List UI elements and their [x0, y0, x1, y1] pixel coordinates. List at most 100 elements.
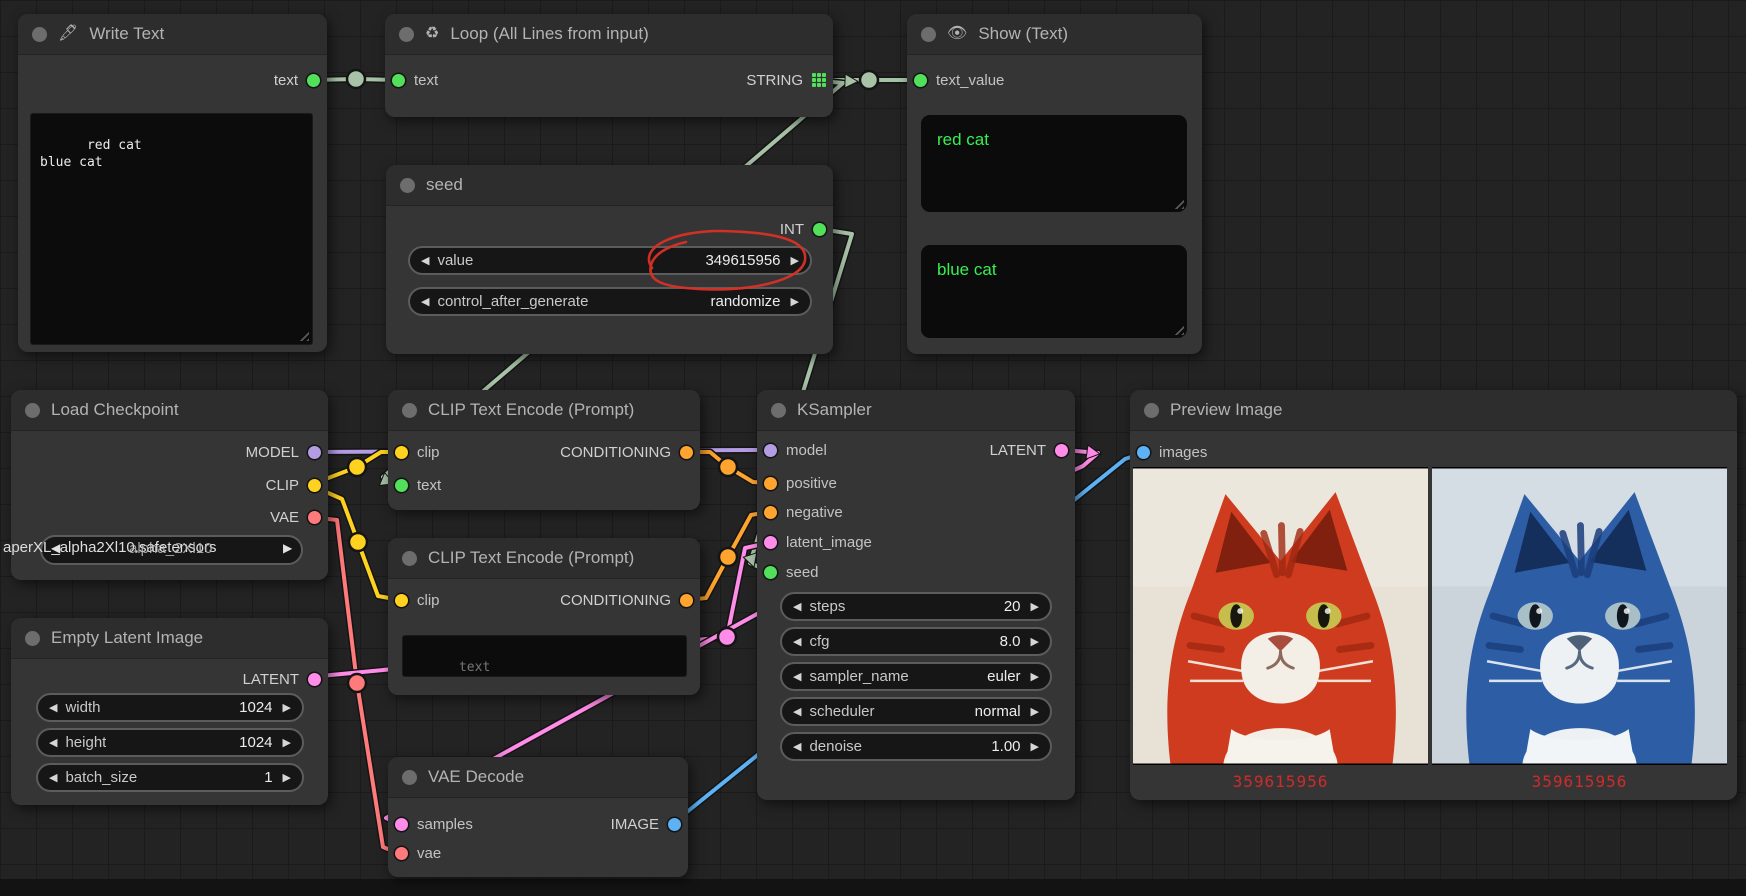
- decrement-arrow[interactable]: ◀: [421, 254, 429, 267]
- reroute-dot[interactable]: [347, 70, 365, 88]
- input-dot-positive[interactable]: [764, 477, 777, 490]
- increment-arrow[interactable]: ▶: [1031, 740, 1039, 753]
- output-dot-text[interactable]: [307, 74, 320, 87]
- collapse-dot[interactable]: [399, 27, 414, 42]
- collapse-dot[interactable]: [402, 551, 417, 566]
- reroute-dot[interactable]: [348, 674, 366, 692]
- output-slot-clip[interactable]: CLIP: [266, 474, 321, 496]
- collapse-dot[interactable]: [921, 27, 936, 42]
- decrement-arrow[interactable]: ◀: [793, 705, 801, 718]
- node-header[interactable]: Empty Latent Image: [11, 618, 328, 659]
- node-header[interactable]: KSampler: [757, 390, 1075, 431]
- input-dot-images[interactable]: [1137, 446, 1150, 459]
- reroute-dot[interactable]: [860, 71, 878, 89]
- input-slot-negative[interactable]: negative: [764, 501, 843, 523]
- decrement-arrow[interactable]: ◀: [793, 740, 801, 753]
- widget-sampler-name[interactable]: ◀ sampler_name euler ▶: [780, 662, 1052, 691]
- widget-height[interactable]: ◀ height 1024 ▶: [36, 728, 304, 757]
- increment-arrow[interactable]: ▶: [791, 295, 799, 308]
- node-header[interactable]: ♻ Loop (All Lines from input): [385, 14, 833, 55]
- node-write-text[interactable]: 🖋 Write Text text red cat blue cat: [18, 14, 327, 352]
- prev-checkpoint-arrow[interactable]: ◀: [51, 541, 60, 555]
- input-dot-clip[interactable]: [395, 594, 408, 607]
- input-dot-negative[interactable]: [764, 506, 777, 519]
- node-header[interactable]: CLIP Text Encode (Prompt): [388, 538, 700, 579]
- decrement-arrow[interactable]: ◀: [793, 670, 801, 683]
- output-slot-vae[interactable]: VAE: [270, 506, 321, 528]
- decrement-arrow[interactable]: ◀: [49, 771, 57, 784]
- node-vae-decode[interactable]: VAE Decode samples vae IMAGE: [388, 757, 688, 877]
- output-slot-conditioning[interactable]: CONDITIONING: [560, 441, 693, 463]
- collapse-dot[interactable]: [771, 403, 786, 418]
- output-dot-latent[interactable]: [308, 673, 321, 686]
- input-dot-samples[interactable]: [395, 818, 408, 831]
- node-graph-canvas[interactable]: 🖋 Write Text text red cat blue cat ♻ Loo…: [0, 0, 1746, 896]
- shown-text-box[interactable]: red cat: [921, 115, 1187, 212]
- reroute-dot[interactable]: [718, 628, 736, 646]
- widget-seed-value[interactable]: ◀ value 349615956 ▶: [408, 246, 812, 275]
- decrement-arrow[interactable]: ◀: [793, 600, 801, 613]
- widget-control-after-generate[interactable]: ◀ control_after_generate randomize ▶: [408, 287, 812, 316]
- text-input-area[interactable]: red cat blue cat: [30, 113, 313, 345]
- output-dot-conditioning[interactable]: [680, 594, 693, 607]
- collapse-dot[interactable]: [402, 403, 417, 418]
- node-header[interactable]: VAE Decode: [388, 757, 688, 798]
- collapse-dot[interactable]: [25, 403, 40, 418]
- node-clip-encode-positive[interactable]: CLIP Text Encode (Prompt) clip text COND…: [388, 390, 700, 510]
- input-dot-vae[interactable]: [395, 847, 408, 860]
- input-slot-text[interactable]: text: [395, 474, 441, 496]
- node-header[interactable]: Preview Image: [1130, 390, 1737, 431]
- increment-arrow[interactable]: ▶: [1031, 600, 1039, 613]
- output-slot-int[interactable]: INT: [780, 218, 826, 240]
- input-dot-text[interactable]: [392, 74, 405, 87]
- input-slot-text-value[interactable]: text_value: [914, 69, 1004, 91]
- input-slot-positive[interactable]: positive: [764, 472, 837, 494]
- reroute-dot[interactable]: [719, 548, 737, 566]
- input-dot-text-value[interactable]: [914, 74, 927, 87]
- node-seed[interactable]: seed INT ◀ value 349615956 ▶ ◀ control_a…: [386, 165, 833, 354]
- output-dot-int[interactable]: [813, 223, 826, 236]
- output-dot-vae[interactable]: [308, 511, 321, 524]
- resize-grip[interactable]: [296, 328, 309, 341]
- node-preview-image[interactable]: Preview Image images: [1130, 390, 1737, 800]
- output-dot-model[interactable]: [308, 446, 321, 459]
- preview-red-cat-image[interactable]: [1133, 467, 1428, 765]
- widget-steps[interactable]: ◀ steps 20 ▶: [780, 592, 1052, 621]
- node-header[interactable]: 🖋 Write Text: [18, 14, 327, 55]
- decrement-arrow[interactable]: ◀: [793, 635, 801, 648]
- next-checkpoint-arrow[interactable]: ▶: [283, 541, 292, 555]
- reroute-dot[interactable]: [349, 533, 367, 551]
- input-slot-clip[interactable]: clip: [395, 441, 440, 463]
- resize-grip[interactable]: [1171, 322, 1184, 335]
- output-slot-string[interactable]: STRING: [746, 69, 826, 91]
- widget-width[interactable]: ◀ width 1024 ▶: [36, 693, 304, 722]
- node-header[interactable]: CLIP Text Encode (Prompt): [388, 390, 700, 431]
- output-dot-conditioning[interactable]: [680, 446, 693, 459]
- node-ksampler[interactable]: KSampler model positive negative latent_…: [757, 390, 1075, 800]
- decrement-arrow[interactable]: ◀: [49, 701, 57, 714]
- node-load-checkpoint[interactable]: Load Checkpoint MODEL CLIP VAE aperXL_al…: [11, 390, 328, 580]
- resize-grip[interactable]: [1171, 196, 1184, 209]
- input-slot-clip[interactable]: clip: [395, 589, 440, 611]
- output-slot-latent[interactable]: LATENT: [990, 439, 1068, 461]
- input-slot-vae[interactable]: vae: [395, 842, 441, 864]
- node-loop[interactable]: ♻ Loop (All Lines from input) text STRIN…: [385, 14, 833, 117]
- collapse-dot[interactable]: [32, 27, 47, 42]
- output-slot-model[interactable]: MODEL: [246, 441, 321, 463]
- increment-arrow[interactable]: ▶: [1031, 635, 1039, 648]
- input-dot-latent-image[interactable]: [764, 536, 777, 549]
- increment-arrow[interactable]: ▶: [283, 736, 291, 749]
- widget-denoise[interactable]: ◀ denoise 1.00 ▶: [780, 732, 1052, 761]
- input-slot-latent-image[interactable]: latent_image: [764, 531, 872, 553]
- output-dot-image[interactable]: [668, 818, 681, 831]
- list-output-grid-icon[interactable]: [812, 73, 826, 87]
- input-dot-model[interactable]: [764, 444, 777, 457]
- output-slot-conditioning[interactable]: CONDITIONING: [560, 589, 693, 611]
- increment-arrow[interactable]: ▶: [1031, 670, 1039, 683]
- prompt-text-area[interactable]: text: [402, 635, 687, 677]
- node-clip-encode-negative[interactable]: CLIP Text Encode (Prompt) clip CONDITION…: [388, 538, 700, 695]
- increment-arrow[interactable]: ▶: [283, 771, 291, 784]
- widget-cfg[interactable]: ◀ cfg 8.0 ▶: [780, 627, 1052, 656]
- increment-arrow[interactable]: ▶: [283, 701, 291, 714]
- input-slot-text[interactable]: text: [392, 69, 438, 91]
